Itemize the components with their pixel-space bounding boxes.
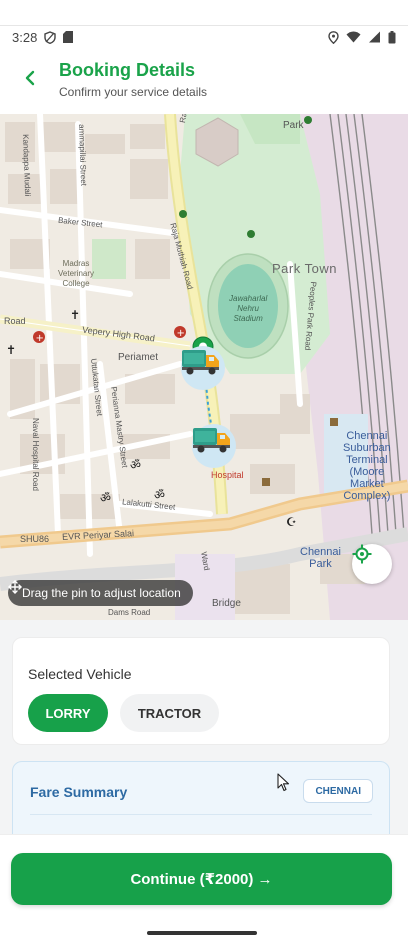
svg-text:+: + [36, 333, 44, 344]
location-status-icon [328, 30, 339, 44]
map-label-dams: Dams Road [108, 608, 151, 617]
footer: Continue (₹2000) → [0, 834, 408, 935]
details-panel: Selected Vehicle LORRY TRACTOR Fare Summ… [0, 620, 408, 861]
map-label-chennai-terminal: Chennai Suburban Terminal (Moore Market … [343, 430, 391, 502]
status-time: 3:28 [12, 29, 38, 45]
vehicle-option-tractor[interactable]: TRACTOR [120, 694, 219, 732]
vehicle-option-lorry[interactable]: LORRY [28, 694, 108, 732]
map-label-park-town: Park Town [272, 261, 337, 276]
map-label-hospital: Hospital [211, 470, 244, 480]
sd-card-icon [63, 31, 74, 43]
page-title: Booking Details [59, 60, 196, 80]
app-header: Booking Details Confirm your service det… [0, 48, 408, 112]
svg-text:ॐ: ॐ [100, 491, 111, 505]
map-label-road: Road [4, 316, 26, 326]
wifi-icon [346, 31, 361, 43]
map-label-park: Park [283, 120, 304, 131]
continue-button[interactable]: Continue (₹2000) → [11, 853, 392, 905]
cell-signal-icon [368, 31, 381, 43]
fare-summary-title: Fare Summary [30, 784, 128, 800]
back-arrow-icon [23, 70, 37, 91]
map-label-bridge: Bridge [212, 598, 241, 609]
map-label-shu86: SHU86 [20, 534, 50, 544]
drag-hint: Drag the pin to adjust location [8, 580, 193, 606]
back-button[interactable] [16, 66, 44, 94]
vehicle-section-title: Selected Vehicle [28, 666, 132, 682]
divider [30, 814, 372, 815]
page-subtitle: Confirm your service details [59, 85, 208, 99]
shield-icon [44, 30, 57, 44]
vehicle-card: Selected Vehicle LORRY TRACTOR [12, 637, 390, 745]
svg-text:✝: ✝ [70, 308, 80, 322]
map-label-stadium: Jawaharlal Nehru Stadium [229, 294, 268, 323]
truck-marker-2[interactable] [192, 424, 236, 468]
svg-text:+: + [177, 328, 185, 339]
top-strip [0, 0, 408, 26]
my-location-button[interactable] [352, 544, 392, 584]
mouse-cursor-icon [277, 773, 290, 797]
home-indicator[interactable] [147, 931, 257, 935]
svg-text:✝: ✝ [6, 343, 16, 357]
svg-text:ॐ: ॐ [130, 458, 141, 472]
status-bar: 3:28 [0, 26, 408, 48]
city-badge: CHENNAI [303, 779, 373, 803]
map-label-madras-vet: Madras Veterinary College [58, 259, 95, 288]
truck-marker-1[interactable] [181, 346, 225, 390]
map-view[interactable]: ✝ ✝ ॐ ॐ ॐ ☪ + + Kandappa Mudali ammapill… [0, 114, 408, 620]
map-label-chennai-park: Chennai Park [300, 546, 341, 570]
drag-hint-text: Drag the pin to adjust location [22, 586, 181, 600]
svg-text:☪: ☪ [286, 515, 297, 529]
map-label-periamet: Periamet [118, 352, 159, 363]
map-label-naval: Naval Hospital Road [31, 418, 40, 491]
battery-icon [388, 30, 396, 44]
